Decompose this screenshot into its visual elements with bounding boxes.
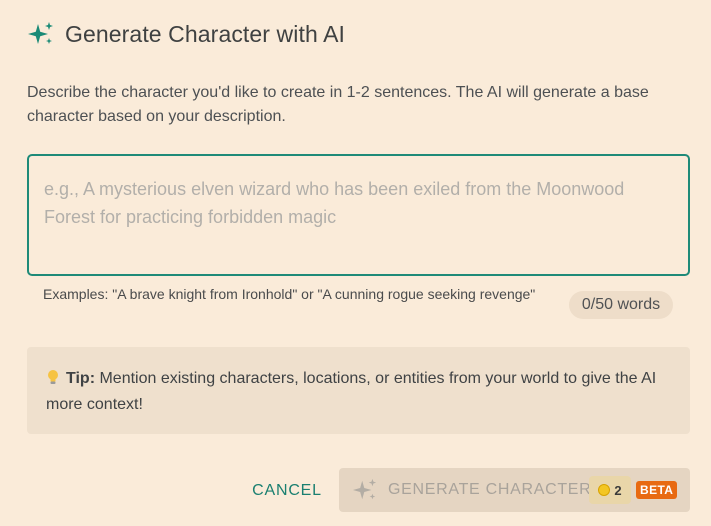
dialog-description: Describe the character you'd like to cre… (27, 84, 649, 125)
word-count-badge: 0/50 words (569, 291, 673, 319)
character-description-input[interactable] (29, 156, 688, 274)
sparkles-icon (28, 22, 53, 44)
credit-cost-value: 2 (614, 482, 622, 498)
coin-icon (598, 484, 611, 496)
lightbulb-icon (48, 370, 58, 384)
character-description-field (27, 154, 690, 276)
dialog-header: Generate Character with AI (27, 20, 345, 48)
examples-hint: Examples: "A brave knight from Ironhold"… (43, 286, 536, 302)
tip-box: Tip: Mention existing characters, locati… (27, 347, 690, 434)
cancel-button[interactable]: CANCEL (245, 474, 329, 508)
tip-text: Mention existing characters, locations, … (46, 370, 657, 413)
generate-character-button[interactable]: GENERATE CHARACTER 2 BETA (339, 468, 690, 512)
credit-cost-badge: 2 (589, 476, 631, 504)
beta-badge: BETA (636, 481, 678, 499)
dialog-title: Generate Character with AI (65, 20, 346, 47)
generate-button-label: GENERATE CHARACTER (388, 481, 592, 498)
tip-label: Tip: (66, 370, 96, 387)
sparkles-icon (352, 478, 377, 500)
